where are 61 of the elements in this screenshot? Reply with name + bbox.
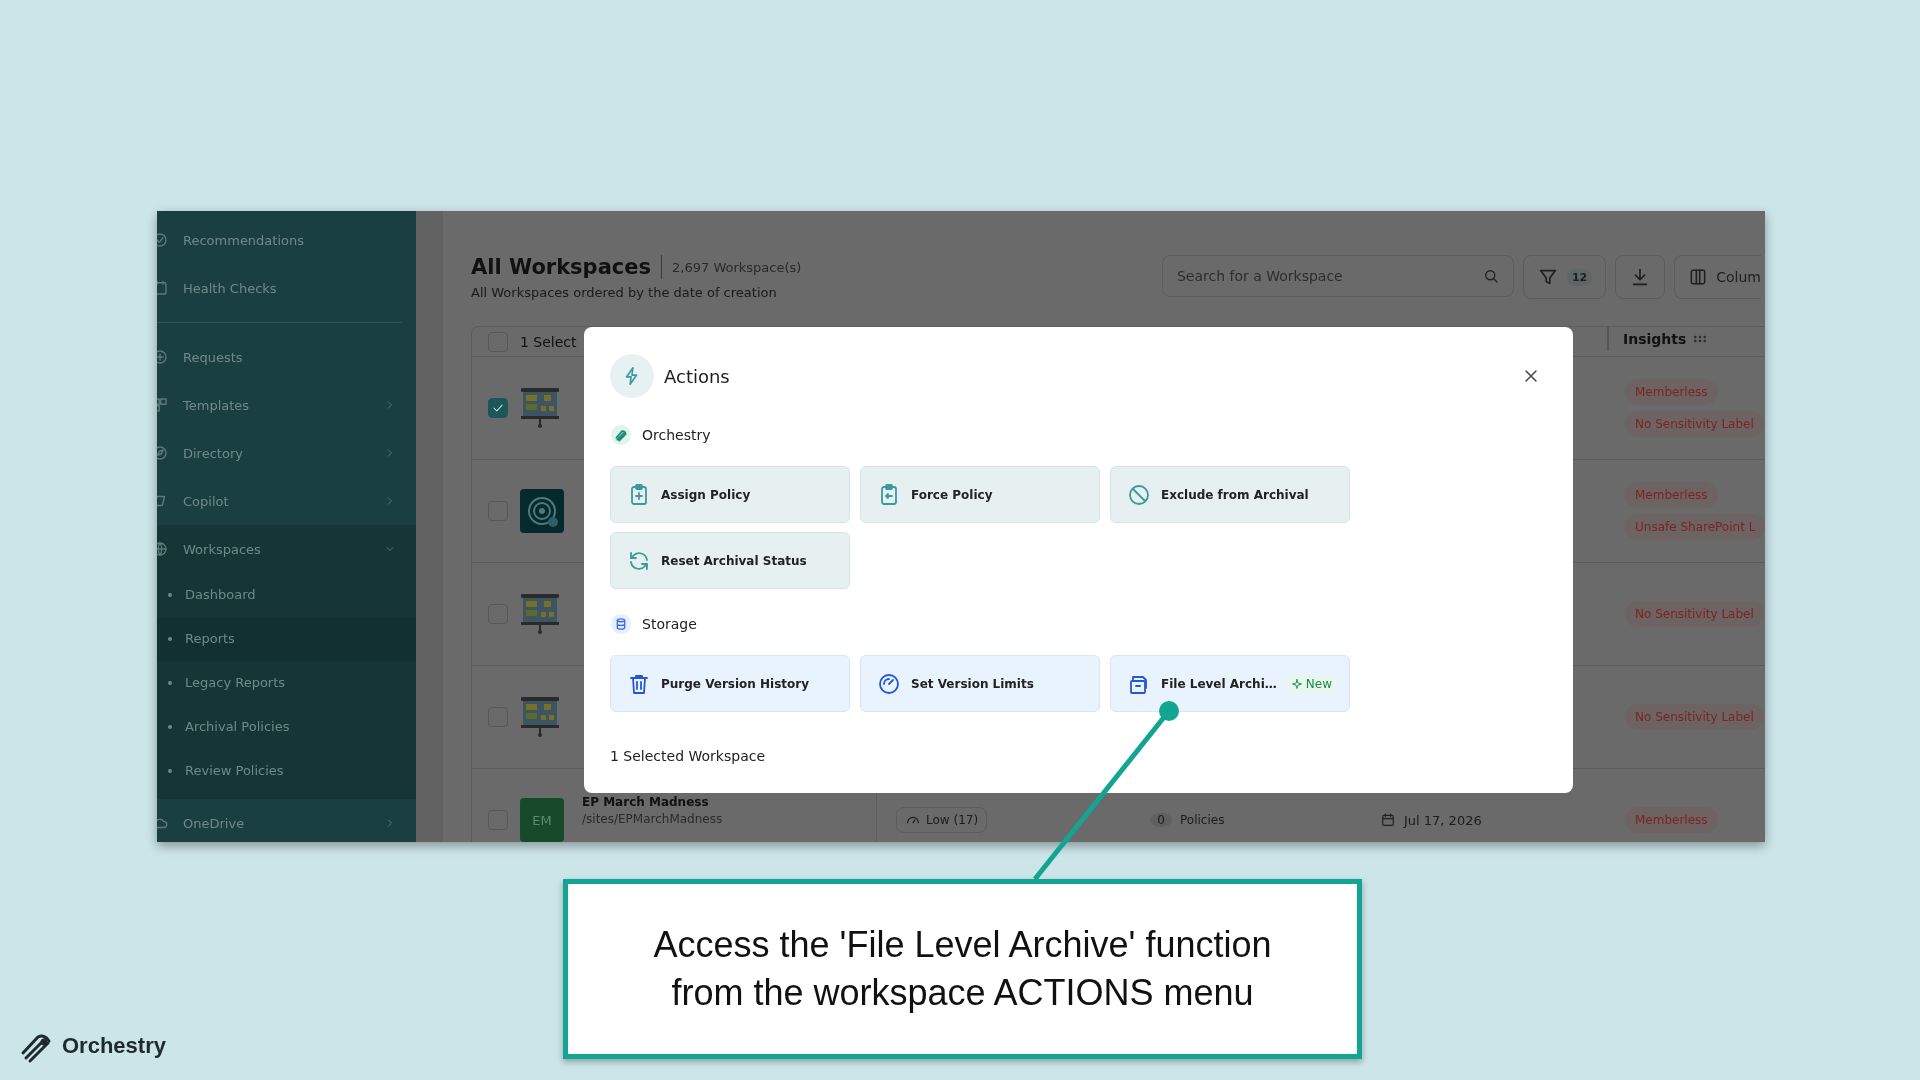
sidebar-item[interactable]: Workspaces bbox=[157, 525, 416, 573]
action-button[interactable]: Reset Archival Status bbox=[610, 532, 850, 589]
sidebar-item[interactable]: OneDrive bbox=[157, 799, 416, 842]
insight-tag: Memberless bbox=[1625, 482, 1718, 508]
new-badge: New bbox=[1286, 674, 1336, 693]
insight-tag: Unsafe SharePoint L bbox=[1625, 514, 1765, 540]
action-button[interactable]: Force Policy bbox=[860, 466, 1100, 523]
workspace-path: /sites/EPMarchMadness bbox=[582, 812, 723, 826]
calendar-icon bbox=[1380, 812, 1396, 828]
insight-tag: No Sensitivity Label bbox=[1625, 601, 1764, 627]
sidebar-subitem[interactable]: Dashboard bbox=[157, 573, 416, 617]
sidebar-item[interactable]: Health Checks bbox=[157, 264, 416, 312]
sidebar-item[interactable]: Directory bbox=[157, 429, 416, 477]
dialog-title: Actions bbox=[664, 365, 731, 387]
orchestry-logo-icon bbox=[610, 424, 632, 446]
action-button[interactable]: Assign Policy bbox=[610, 466, 850, 523]
brand-name: Orchestry bbox=[62, 1033, 166, 1059]
presentation-board-icon bbox=[520, 386, 560, 430]
database-icon bbox=[610, 613, 632, 635]
presentation-board-icon bbox=[520, 592, 560, 636]
date-text: Jul 17, 2026 bbox=[1404, 812, 1482, 828]
section-title: Orchestry bbox=[642, 427, 711, 443]
column-header: Insights bbox=[1623, 331, 1687, 347]
sidebar-subitem[interactable]: Archival Policies bbox=[157, 705, 416, 749]
insight-tag: Memberless bbox=[1625, 379, 1718, 405]
prohibited-icon bbox=[1127, 482, 1151, 507]
gauge-icon bbox=[877, 671, 901, 696]
action-button[interactable]: Exclude from Archival bbox=[1110, 466, 1350, 523]
section-title: Storage bbox=[642, 616, 697, 632]
filter-button[interactable]: 12 bbox=[1522, 255, 1607, 299]
lightning-icon bbox=[610, 354, 654, 398]
filter-count: 12 bbox=[1566, 268, 1593, 286]
sidebar-subitem[interactable]: Reports bbox=[157, 617, 416, 661]
sidebar-item[interactable]: Requests bbox=[157, 333, 416, 381]
page-subtitle: All Workspaces ordered by the date of creation bbox=[471, 285, 778, 300]
selected-count: 1 Select bbox=[520, 333, 577, 350]
insight-tag: Memberless bbox=[1625, 807, 1718, 833]
policy-label: Policies bbox=[1180, 813, 1225, 827]
activity-pill: Low (17) bbox=[896, 807, 988, 833]
insight-tag: No Sensitivity Label bbox=[1625, 411, 1764, 437]
action-button[interactable]: File Level Archi… New bbox=[1110, 655, 1350, 712]
sidebar-item[interactable]: Copilot bbox=[157, 477, 416, 525]
search-field[interactable]: Search for a Workspace bbox=[1161, 255, 1514, 297]
action-button[interactable]: Purge Version History bbox=[610, 655, 850, 712]
action-button[interactable]: Set Version Limits bbox=[860, 655, 1100, 712]
presentation-board-icon bbox=[520, 695, 560, 739]
sidebar-subitem[interactable]: Legacy Reports bbox=[157, 661, 416, 705]
workspace-name[interactable]: EP March Madness bbox=[582, 795, 709, 809]
columns-button[interactable]: Colum bbox=[1674, 255, 1761, 299]
policy-count: 0 bbox=[1150, 813, 1172, 827]
workspace-count: 2,697 Workspace(s) bbox=[672, 259, 802, 275]
callout-text: Access the 'File Level Archive' function from the workspace ACTIONS menu bbox=[652, 923, 1273, 1015]
target-icon bbox=[520, 489, 564, 533]
avatar: EM bbox=[520, 798, 564, 842]
checkbox[interactable] bbox=[488, 398, 508, 418]
sidebar-item[interactable]: Templates bbox=[157, 381, 416, 429]
selection-summary: 1 Selected Workspace bbox=[610, 748, 767, 764]
page-title: All Workspaces bbox=[471, 255, 663, 279]
sidebar-subitem[interactable]: Review Policies bbox=[157, 749, 416, 793]
sidebar-item[interactable]: Recommendations bbox=[157, 216, 416, 264]
insight-tag: No Sensitivity Label bbox=[1625, 704, 1764, 730]
